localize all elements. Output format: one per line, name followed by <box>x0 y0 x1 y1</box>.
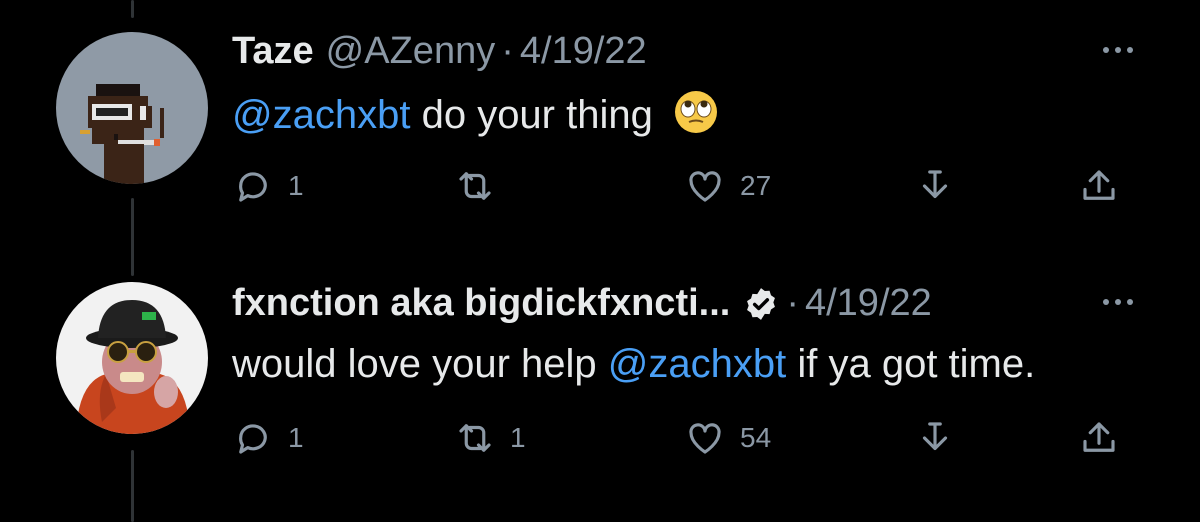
download-icon <box>922 422 948 451</box>
retweet-icon <box>459 424 491 452</box>
share-icon <box>1083 422 1115 452</box>
like-icon <box>689 171 721 202</box>
separator-dot: · <box>786 282 799 324</box>
retweet-button[interactable]: 1 <box>454 416 526 460</box>
like-count: 27 <box>740 170 772 201</box>
mention-link[interactable]: @zachxbt <box>608 342 786 386</box>
more-icon[interactable] <box>1098 292 1138 312</box>
reply-count: 1 <box>288 422 304 453</box>
download-button[interactable] <box>914 416 956 460</box>
rolling-eyes-emoji-icon <box>674 91 717 133</box>
download-button[interactable] <box>914 164 956 208</box>
more-icon[interactable] <box>1098 40 1138 60</box>
thread-line-bottom <box>131 450 134 522</box>
tweet-text: would love your help @zachxbt if ya got … <box>232 342 1035 387</box>
thread-line-top <box>131 0 134 18</box>
tweet-header: fxnction aka bigdickfxncti... · 4/19/22 <box>232 282 932 325</box>
tweet-header: Taze @AZenny · 4/19/22 <box>232 30 647 73</box>
like-count: 54 <box>740 422 772 453</box>
display-name[interactable]: fxnction aka bigdickfxncti... <box>232 282 730 325</box>
tweet-text-body: do your thing <box>410 93 653 137</box>
tweet-actions: 1 1 54 <box>232 416 1132 460</box>
separator-dot: · <box>501 30 514 72</box>
tweet-date[interactable]: 4/19/22 <box>520 30 647 73</box>
reply-button[interactable]: 1 <box>232 416 304 460</box>
reply-icon <box>239 424 267 454</box>
avatar[interactable] <box>56 282 208 434</box>
tweet-date[interactable]: 4/19/22 <box>805 282 932 325</box>
download-icon <box>922 170 948 199</box>
verified-icon <box>747 287 776 320</box>
thread-line-middle <box>131 198 134 276</box>
tweet-text: @zachxbt do your thing <box>232 90 718 138</box>
tweet-actions: 1 27 <box>232 164 1132 208</box>
tweet-text-tail: if ya got time. <box>786 342 1036 386</box>
retweet-icon <box>459 172 491 200</box>
share-button[interactable] <box>1078 416 1120 460</box>
like-button[interactable]: 27 <box>684 164 771 208</box>
like-icon <box>689 423 721 454</box>
retweet-button[interactable] <box>454 164 510 208</box>
reply-button[interactable]: 1 <box>232 164 304 208</box>
mention-link[interactable]: @zachxbt <box>232 93 410 137</box>
share-button[interactable] <box>1078 164 1120 208</box>
display-name[interactable]: Taze <box>232 30 314 73</box>
user-handle[interactable]: @AZenny <box>326 30 496 73</box>
tweet-text-body: would love your help <box>232 342 608 386</box>
avatar[interactable] <box>56 32 208 184</box>
like-button[interactable]: 54 <box>684 416 771 460</box>
reply-icon <box>239 172 267 202</box>
retweet-count: 1 <box>510 422 526 453</box>
share-icon <box>1083 170 1115 200</box>
reply-count: 1 <box>288 170 304 201</box>
